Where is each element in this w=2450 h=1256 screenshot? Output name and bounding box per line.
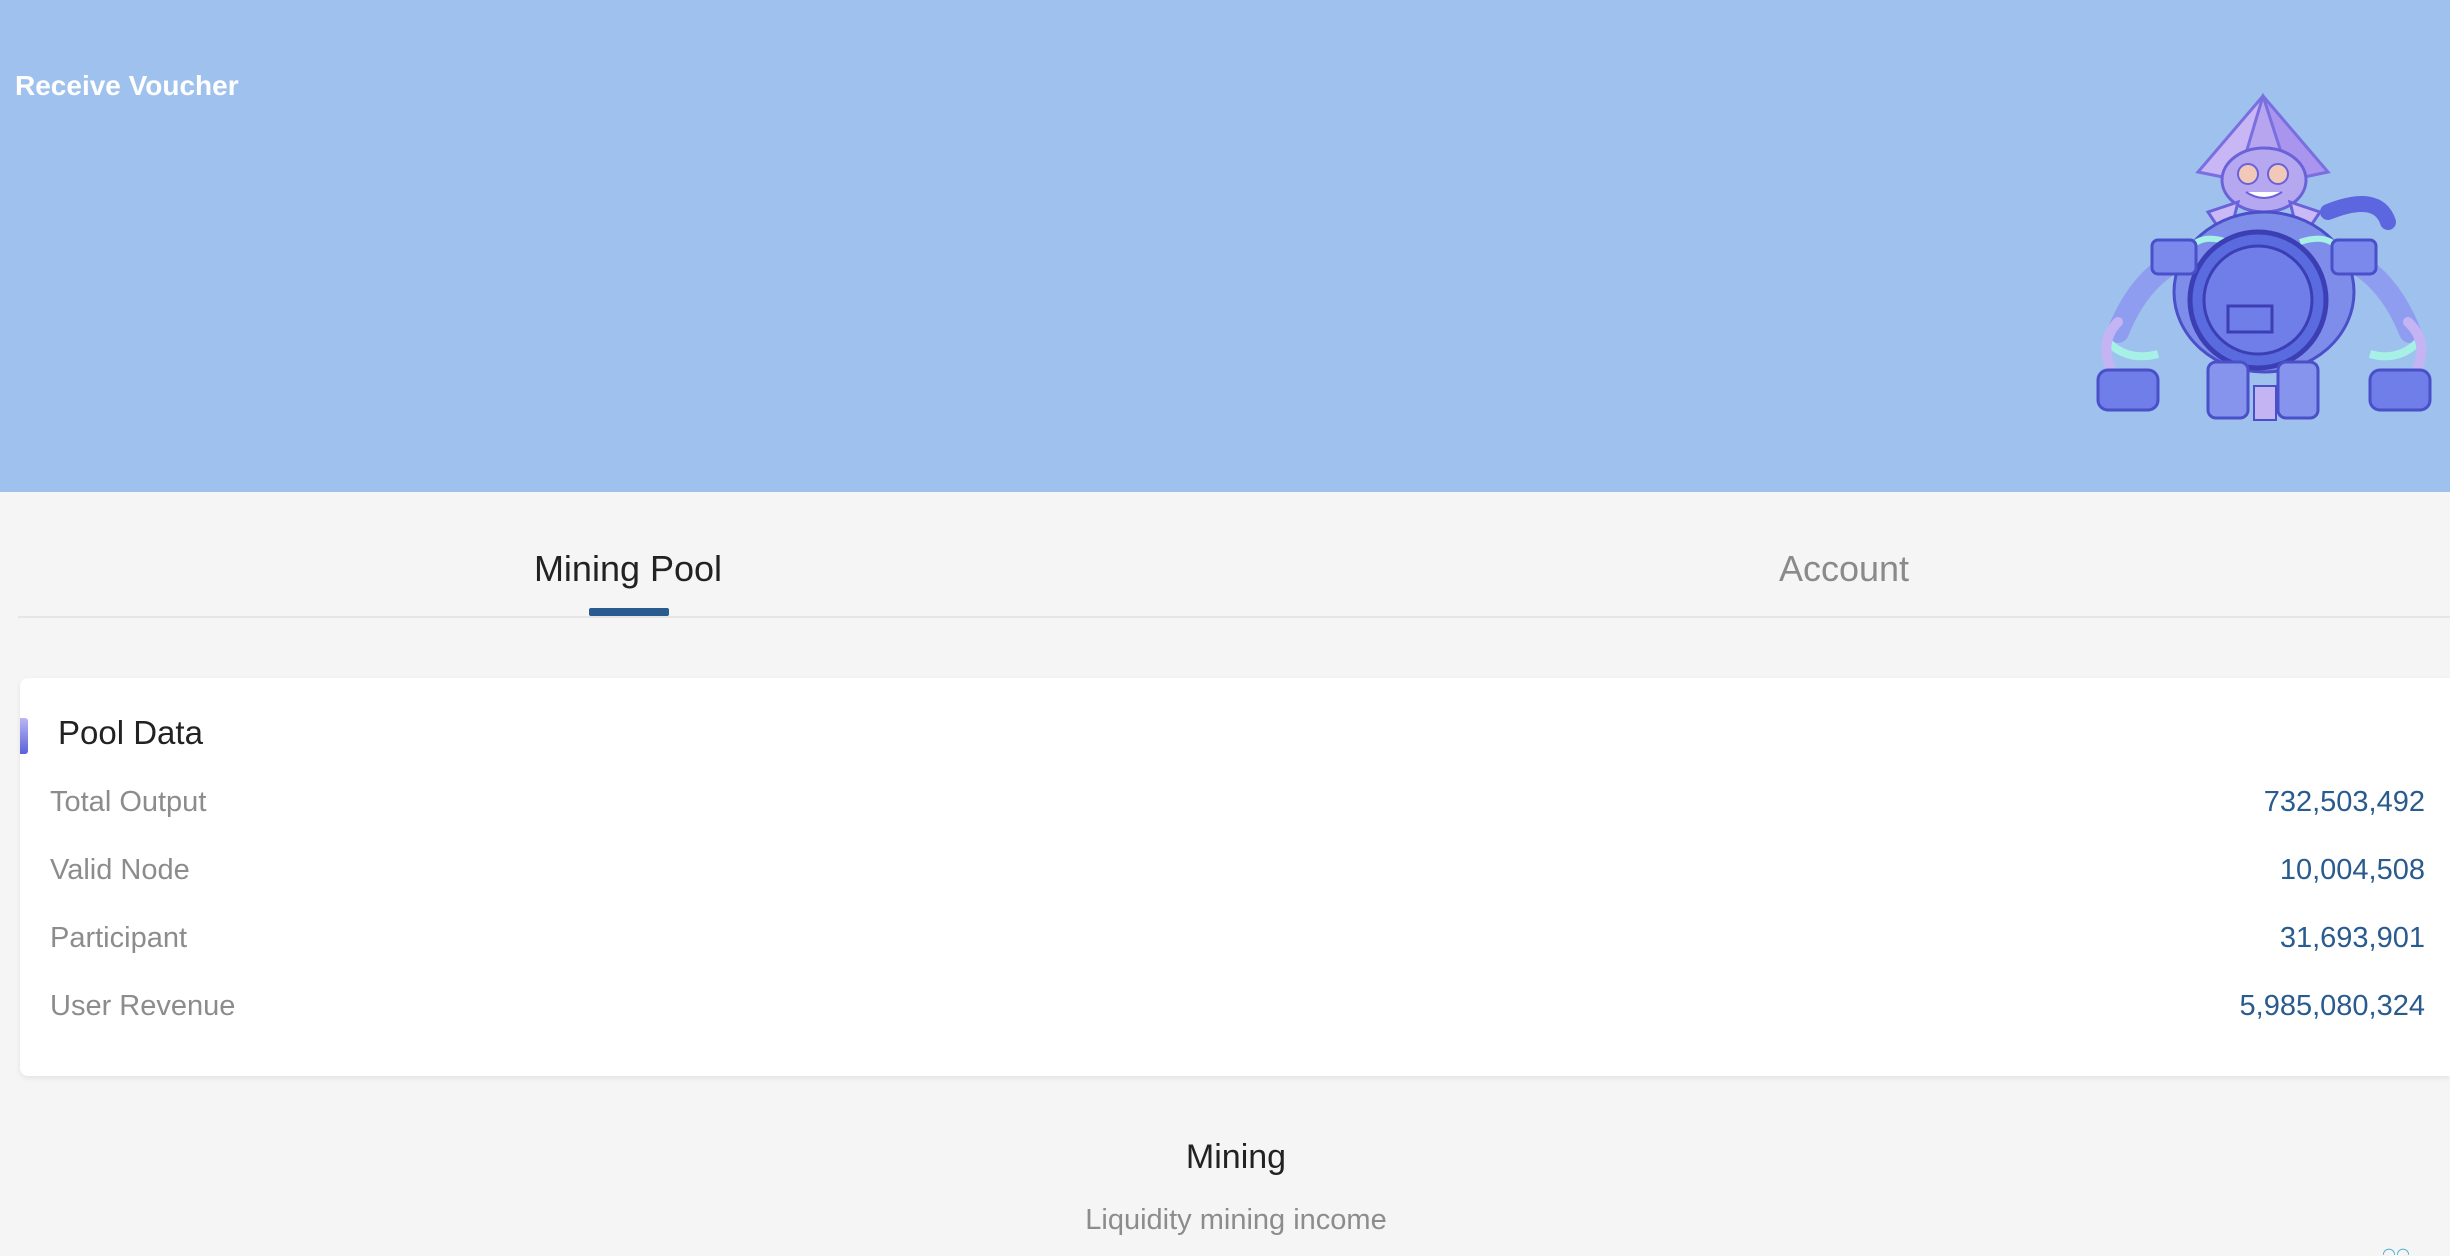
- pool-row-value: 732,503,492: [2263, 786, 2425, 818]
- pool-row-value: 31,693,901: [2279, 922, 2425, 954]
- active-tab-indicator: [589, 608, 669, 616]
- tab-mining-pool[interactable]: Mining Pool: [534, 548, 722, 590]
- section-accent-bar: [20, 718, 28, 754]
- receive-voucher-link[interactable]: Receive Voucher: [15, 70, 239, 102]
- hero-banner: Receive Voucher: [0, 0, 2450, 492]
- pool-row-label: Participant: [50, 922, 188, 954]
- pool-row-user-revenue: User Revenue 5,985,080,324: [50, 990, 2425, 1030]
- pool-row-value: 10,004,508: [2279, 854, 2425, 886]
- pool-row-label: User Revenue: [50, 990, 236, 1022]
- pool-data-card: Pool Data Total Output 732,503,492 Valid…: [20, 678, 2450, 1076]
- pool-data-title: Pool Data: [58, 714, 203, 751]
- tab-bar: Mining Pool Account: [18, 530, 2450, 618]
- pool-row-valid-node: Valid Node 10,004,508: [50, 854, 2425, 894]
- mining-section-title: Mining: [1185, 1138, 1287, 1176]
- pool-row-value: 5,985,080,324: [2239, 990, 2425, 1022]
- pool-row-label: Valid Node: [50, 854, 190, 886]
- corner-decoration-icon: ◠◠: [2382, 1246, 2410, 1256]
- robot-mascot-icon: [2096, 92, 2432, 421]
- mining-section-subtitle: Liquidity mining income: [1085, 1204, 1387, 1236]
- tab-account[interactable]: Account: [1779, 548, 1909, 590]
- pool-row-label: Total Output: [50, 786, 207, 818]
- pool-row-participant: Participant 31,693,901: [50, 922, 2425, 962]
- pool-row-total-output: Total Output 732,503,492: [50, 786, 2425, 826]
